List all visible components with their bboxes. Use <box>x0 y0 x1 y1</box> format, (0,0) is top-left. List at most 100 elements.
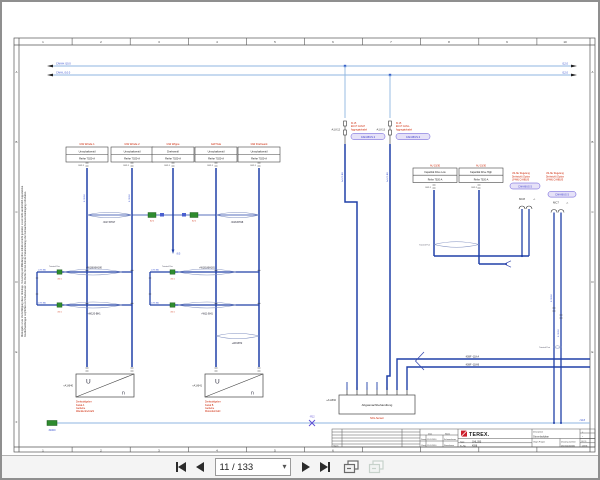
ground-terminal <box>47 421 57 426</box>
row-label: D <box>591 280 593 284</box>
terminal-block <box>170 270 175 274</box>
channel-red-label: GW Tele <box>211 142 222 146</box>
row-label: B <box>592 140 594 144</box>
tp-label: +W2-BH2 <box>232 342 243 345</box>
origin-label: Origin Project <box>533 441 546 444</box>
junction-marks <box>36 270 261 303</box>
first-page-button[interactable] <box>176 461 186 473</box>
col-label: 3 <box>158 40 160 44</box>
page-number-field[interactable]: ▾ <box>215 458 291 476</box>
mc-red-line: Drehstuhl (Option <box>546 175 565 178</box>
canbus-pill: CAN-BUS 5 <box>518 184 532 188</box>
wire-size-label: 0.75 BU <box>38 302 46 304</box>
bus-ref-right-2: /12.0 <box>562 70 568 74</box>
mc-red-line: Drehstuhl (Option <box>512 175 531 178</box>
type-value: GHL 090 <box>472 441 482 443</box>
terminal-label: X2:1 <box>57 279 62 281</box>
channel-line2: Reihe 7020-A <box>79 157 95 161</box>
channel-red-label: GW Winde 2 <box>124 142 140 146</box>
rbox-line2: Reihe 7020-A <box>474 178 489 181</box>
last-page-button[interactable] <box>320 461 330 473</box>
pin-label: X02:1 <box>471 187 477 189</box>
previous-page-button[interactable] <box>196 461 204 473</box>
wire-size-label: 0.75 BU <box>151 302 159 304</box>
schematic-canvas: 1 2 3 4 5 6 7 8 9 10 1 2 3 4 5 6 A B C D… <box>2 2 598 456</box>
ground-line: 31000 /12.8 -R12 <box>47 416 590 433</box>
rbox-line2: Reihe 7020-A <box>428 178 443 181</box>
control-block: Abgasnachbehandlung +A1-B60 NOx-Sensor 1… <box>326 352 590 420</box>
tp-label: +W11-BH1 <box>201 312 213 315</box>
desc-label: Description <box>533 431 543 434</box>
page-dropdown-caret-icon[interactable]: ▾ <box>282 462 286 472</box>
pin-label: X02:1 <box>425 187 431 189</box>
wire-size-label: 0.75 BU <box>129 194 131 202</box>
canbus-pill: CAN-BUS 2 <box>361 135 376 139</box>
bus-label-can-l: CAN-L /10.0 <box>56 70 71 74</box>
block-pin: 5 <box>386 388 387 390</box>
drop-red-line: Aggregatekabel <box>396 128 413 131</box>
bus-ref-right-1: /12.0 <box>562 61 568 65</box>
col-label: 2 <box>100 40 102 44</box>
drop-red-line: Kl.15 <box>396 123 402 125</box>
drawn-date: 11.01.2010 <box>427 439 436 441</box>
hline-label: -X08F -118-A <box>465 355 480 358</box>
channel-red-label: GW Winde 1 <box>79 142 95 146</box>
resistor-label: -R12 <box>309 416 315 419</box>
sensor-u: U <box>215 379 220 386</box>
terminal-label: X2:1 <box>170 312 175 314</box>
terminal-label: X2:1 <box>150 221 155 223</box>
drop-red-line: Kl.15 <box>351 123 357 125</box>
disclaimer-line: Weitergabe sowie Vervielfältigung dieser… <box>21 185 24 337</box>
ch3-ref: /8.5 <box>177 254 182 256</box>
sensor-u: U <box>86 379 91 386</box>
row-label: A <box>592 70 594 74</box>
block-label: Abgasnachbehandlung <box>362 403 393 407</box>
previous-page-arrow-icon <box>196 462 204 472</box>
checked-label: Check <box>421 445 426 447</box>
wire-size-label: 0.75 BU <box>558 329 560 337</box>
sensor-tag: +A1-B40 <box>63 385 73 388</box>
terminal-label: X2:1 <box>57 312 62 314</box>
previous-view-button[interactable] <box>343 461 360 473</box>
row-label: F <box>16 420 18 424</box>
row-label: D <box>15 280 17 284</box>
tp-row-3: +W2-BH2 <box>216 333 259 345</box>
ruler-ticks <box>72 38 537 452</box>
drop-red-line: ECU7 CAN-L <box>396 125 410 128</box>
canbus-pill: CAN-BUS 2 <box>406 135 421 139</box>
mc-suffix: +1 <box>566 203 569 205</box>
desc-value: Stromlaufplan <box>533 434 550 438</box>
wire-size-label: 0.75 BU <box>38 269 46 271</box>
channel-red-label: GW Wippe <box>167 142 180 146</box>
dn-label: Drawing number <box>561 442 576 444</box>
mc-red-line: US-Niv Regelung <box>512 173 530 175</box>
next-view-button[interactable] <box>368 461 385 473</box>
sensor-n: n <box>251 391 254 397</box>
channel-line1: Umschaltventil <box>251 149 268 153</box>
previous-view-icon <box>343 460 360 474</box>
row-label: E <box>16 350 18 354</box>
disclaimer-line: Zuwiderhandlungen verpflichten zu Schade… <box>24 191 27 337</box>
last-page-arrow-icon <box>320 462 328 472</box>
plus-cell: + <box>582 436 584 438</box>
drop-tag: -A1.K12 <box>331 129 341 132</box>
row-label: E <box>592 350 594 354</box>
channel-line2: Reihe 7020-A <box>124 157 140 161</box>
page-number-input[interactable] <box>216 461 276 473</box>
fuse-symbol <box>182 213 186 217</box>
rbox-line1: Kapazität Drive High <box>470 171 492 174</box>
channel-line1: Umschaltventil <box>79 149 96 153</box>
next-page-button[interactable] <box>302 461 310 473</box>
rbox-red: AU 15/30 <box>476 164 487 167</box>
channel-red-label: GW Drehwerk <box>251 142 269 146</box>
row-letters: A B C D E F A B C D E <box>15 70 593 424</box>
pin-label: X02:1 <box>207 165 213 167</box>
row-label: B <box>16 140 18 144</box>
norm-label: Norm <box>334 445 339 447</box>
tp-loop-group-2: +W181-BH181 +W11-BH1 Twisted Pair X2:1 X… <box>150 265 259 315</box>
of-cell: 133 Bl. <box>582 446 589 448</box>
name-col-label: Name <box>445 433 450 435</box>
next-view-icon <box>368 460 385 474</box>
sensor-red-line: Wandlerdrehzahl <box>76 410 94 413</box>
viewer-navbar: ▾ <box>2 455 598 478</box>
